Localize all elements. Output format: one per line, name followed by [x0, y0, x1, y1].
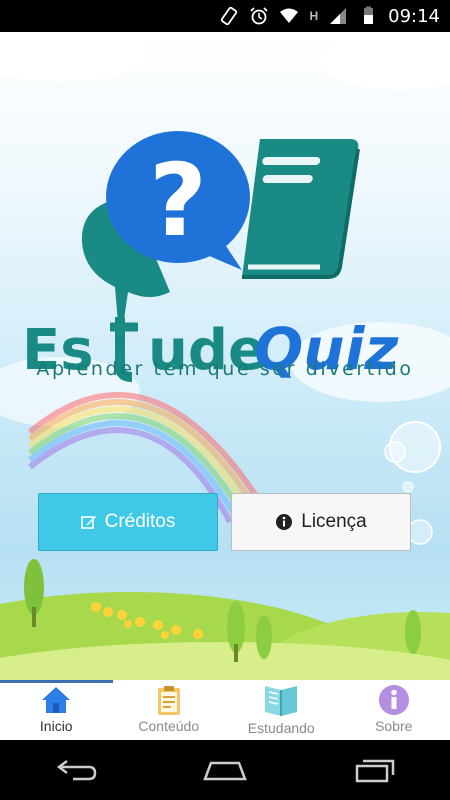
- tab-label-conteudo: Conteúdo: [138, 718, 200, 734]
- home-screen: ? Es ude Quiz Aprender tem que ser diver…: [0, 32, 450, 680]
- network-type-text: H: [309, 9, 319, 23]
- recents-button[interactable]: [345, 750, 405, 790]
- info-icon: [378, 685, 409, 715]
- tab-estudando[interactable]: Estudando: [225, 680, 338, 740]
- clipboard-icon: [157, 686, 180, 715]
- back-icon: [56, 760, 97, 781]
- app-logo: ? Es ude Quiz: [22, 131, 398, 383]
- licenca-button[interactable]: Licença: [231, 493, 411, 551]
- status-icons: H 09:14: [219, 0, 440, 32]
- tagline: Aprender tem que ser divertido: [36, 358, 414, 380]
- edit-icon: [80, 516, 96, 529]
- info-circle-icon: [276, 514, 293, 530]
- wifi-icon: [280, 8, 299, 23]
- book-icon: [242, 139, 360, 279]
- svg-text:?: ?: [149, 142, 207, 259]
- tab-inicio[interactable]: Inicio: [0, 680, 113, 740]
- back-button[interactable]: [45, 750, 105, 790]
- tab-label-inicio: Inicio: [39, 718, 73, 734]
- signal-icon: [330, 8, 347, 24]
- tab-label-estudando: Estudando: [247, 720, 315, 736]
- home-nav-button[interactable]: [195, 750, 255, 790]
- clock: 09:14: [388, 5, 440, 27]
- home-icon: [42, 687, 71, 713]
- alarm-icon: [250, 7, 269, 25]
- bottom-tab-bar: Inicio Conteúdo Estudando Sobre: [0, 680, 450, 740]
- tab-conteudo[interactable]: Conteúdo: [113, 680, 226, 740]
- tab-label-sobre: Sobre: [375, 718, 413, 734]
- creditos-label: Créditos: [104, 511, 176, 532]
- licenca-label: Licença: [301, 511, 367, 532]
- battery-icon: [364, 6, 374, 24]
- system-nav-bar: [0, 740, 450, 800]
- recents-icon: [355, 759, 395, 783]
- rotate-phone-icon: [221, 6, 238, 26]
- status-bar: H 09:14: [0, 0, 450, 32]
- creditos-button[interactable]: Créditos: [38, 493, 218, 551]
- home-nav-icon: [203, 761, 247, 781]
- tab-sobre[interactable]: Sobre: [338, 680, 450, 740]
- book-icon: [265, 686, 298, 716]
